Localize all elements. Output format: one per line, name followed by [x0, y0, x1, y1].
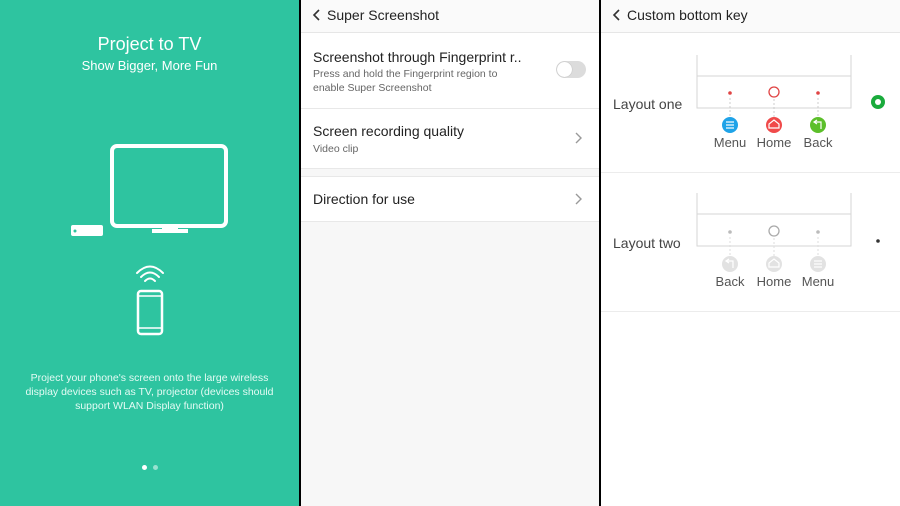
back-arrow-icon[interactable]: [610, 5, 624, 25]
page-title: Super Screenshot: [327, 7, 440, 23]
home-key-dot: [768, 225, 780, 237]
intro-title: Project to TV: [97, 34, 202, 54]
key-label-menu: Menu: [801, 274, 835, 289]
page-title: Custom bottom key: [627, 7, 748, 23]
super-screenshot-panel: Super Screenshot Screenshot through Fing…: [301, 0, 599, 506]
project-to-tv-panel: Project to TV Show Bigger, More Fun Proj…: [0, 0, 299, 506]
back-arrow-icon[interactable]: [310, 5, 324, 25]
home-icon: [766, 256, 782, 272]
menu-icon: [722, 117, 738, 133]
custom-bottom-key-panel: Custom bottom key Layout one Menu Home B…: [601, 0, 900, 506]
app-header: Custom bottom key: [601, 0, 900, 33]
toggle-knob: [557, 62, 572, 77]
menu-key-dot: [816, 230, 820, 234]
page-dot-inactive[interactable]: [153, 465, 158, 470]
back-icon: [722, 256, 738, 272]
key-label-home: Home: [756, 135, 792, 150]
key-label-menu: Menu: [713, 135, 747, 150]
chevron-right-icon: [575, 132, 582, 144]
row-subtitle-line2: enable Super Screenshot: [313, 82, 432, 94]
layout-two-radio-unselected[interactable]: [870, 233, 886, 249]
row-title: Direction for use: [313, 191, 415, 207]
menu-icon: [810, 256, 826, 272]
back-icon: [810, 117, 826, 133]
projection-illustration: [71, 144, 228, 336]
back-key-dot: [728, 230, 732, 234]
key-label-back: Back: [715, 274, 745, 289]
set-top-box-icon: [71, 225, 103, 236]
row-title: Screen recording quality: [313, 123, 464, 139]
home-key-dot: [768, 86, 780, 98]
direction-for-use-row[interactable]: Direction for use: [301, 176, 599, 222]
layout-one-radio-selected[interactable]: [870, 94, 886, 110]
layout-two-diagram: [696, 193, 852, 272]
tv-icon: [110, 144, 228, 233]
row-subtitle-line1: Press and hold the Fingerprint region to: [313, 68, 498, 80]
chevron-right-icon: [575, 193, 582, 205]
row-title: Screenshot through Fingerprint r..: [313, 49, 522, 65]
page-indicator[interactable]: [140, 465, 164, 473]
intro-description: Project your phone's screen onto the lar…: [25, 372, 274, 412]
layout-two-option[interactable]: Layout two Back Home Menu: [601, 173, 900, 312]
home-icon: [766, 117, 782, 133]
key-label-back: Back: [803, 135, 833, 150]
menu-key-dot: [728, 91, 732, 95]
back-key-dot: [816, 91, 820, 95]
app-header: Super Screenshot: [301, 0, 599, 33]
key-label-home: Home: [756, 274, 792, 289]
intro-subtitle: Show Bigger, More Fun: [81, 58, 218, 73]
phone-icon: [136, 289, 164, 336]
fingerprint-screenshot-row[interactable]: Screenshot through Fingerprint r.. Press…: [301, 33, 599, 109]
page-dot-active[interactable]: [142, 465, 147, 470]
layout-one-option[interactable]: Layout one Menu Home Back: [601, 33, 900, 173]
row-subtitle: Video clip: [313, 143, 359, 155]
wifi-signal-icon: [136, 265, 164, 282]
recording-quality-row[interactable]: Screen recording quality Video clip: [301, 109, 599, 169]
layout-one-diagram: [696, 55, 852, 133]
fingerprint-screenshot-toggle[interactable]: [556, 61, 586, 78]
